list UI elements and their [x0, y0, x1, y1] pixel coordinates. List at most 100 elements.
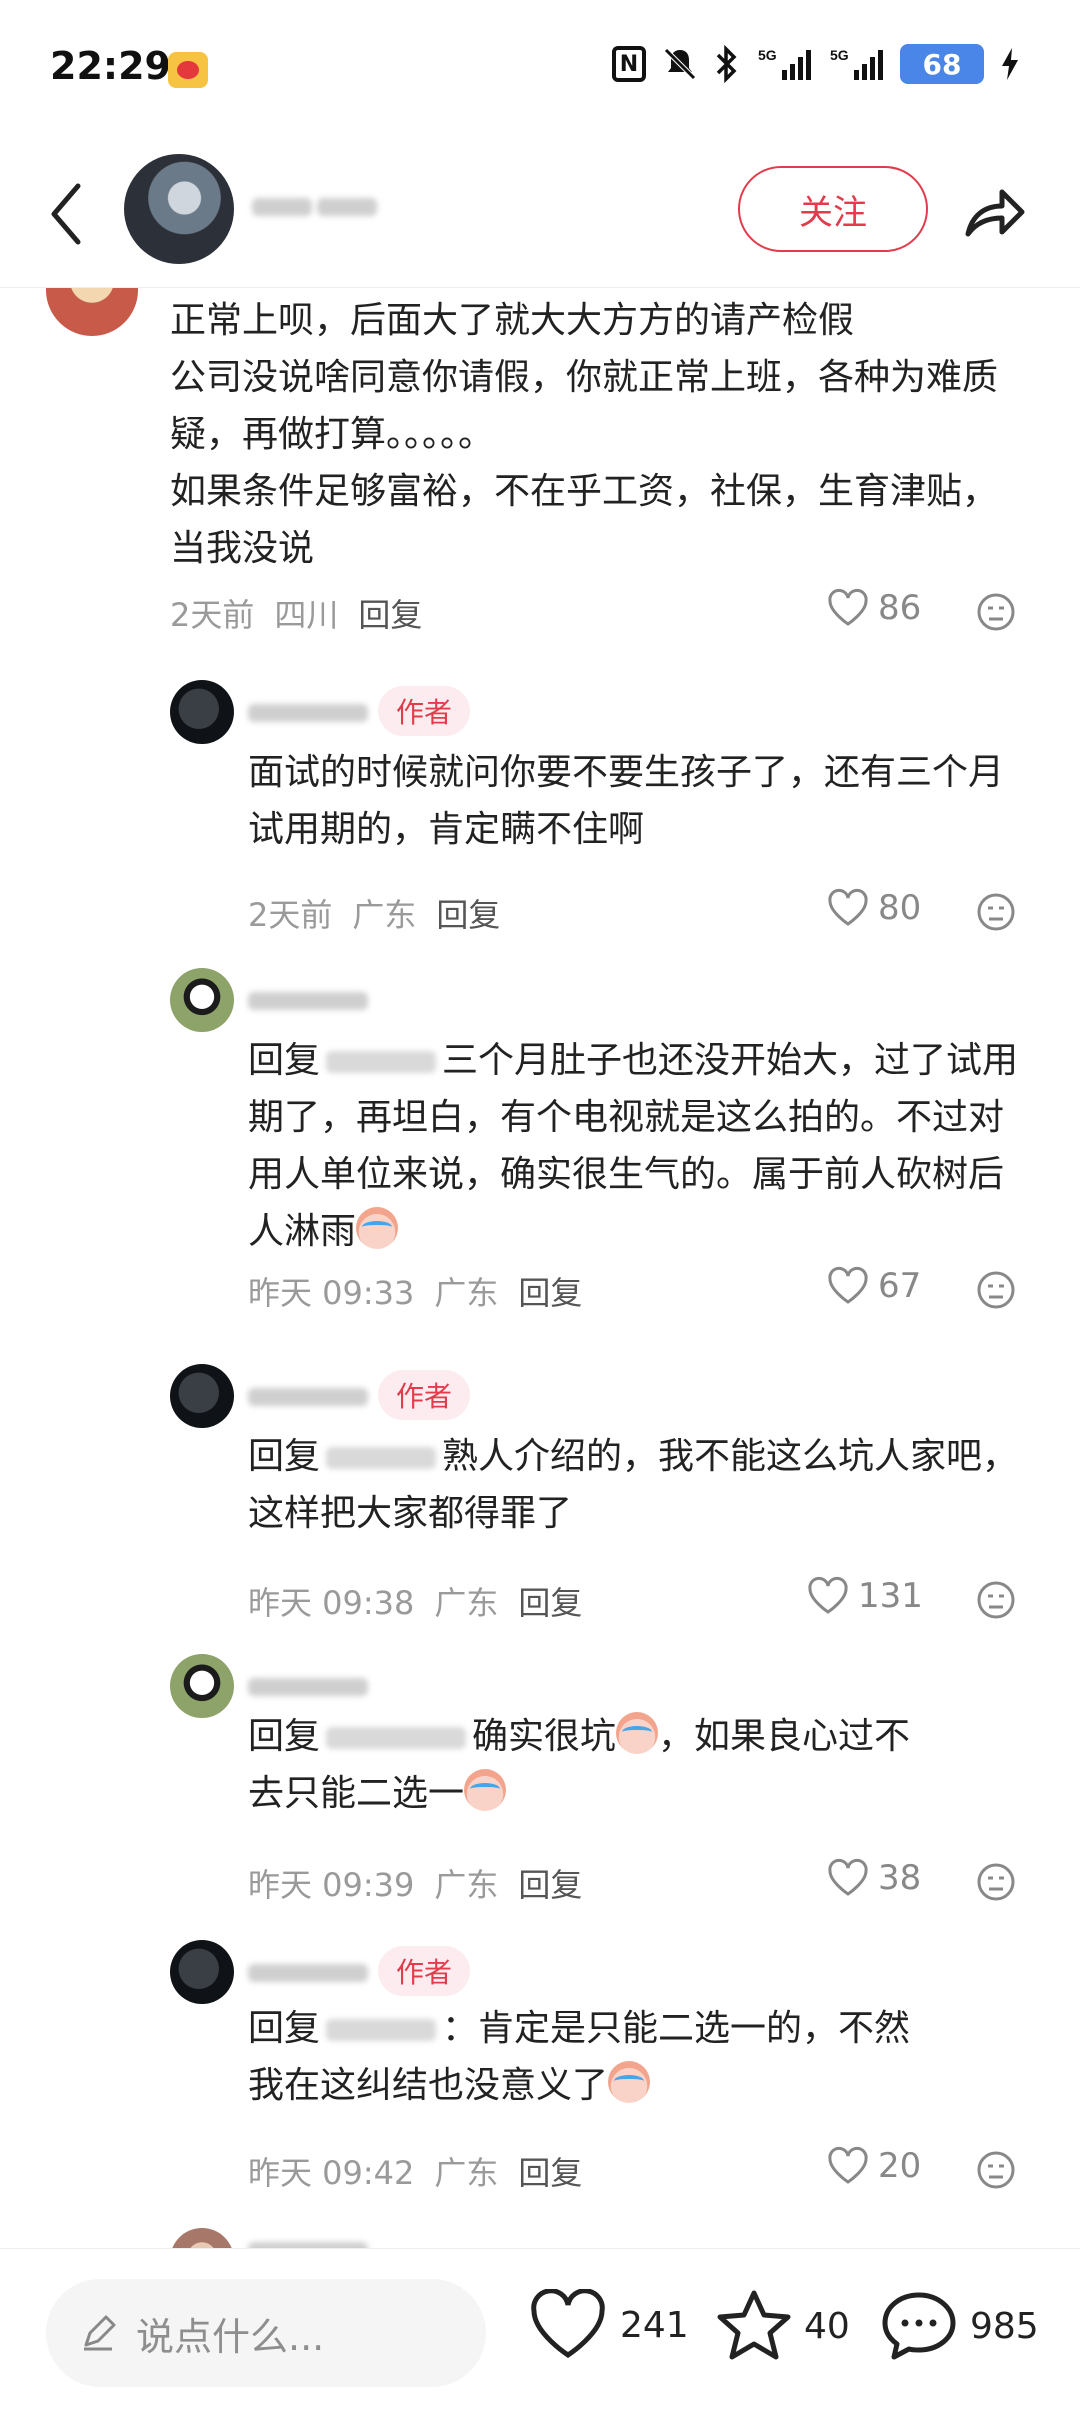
like-count: 20 — [878, 2146, 922, 2186]
follow-button[interactable]: 关注 — [738, 166, 928, 252]
comment-meta: 昨天 09:42 广东 回复 — [248, 2148, 582, 2194]
commenter-avatar[interactable] — [46, 288, 138, 336]
like-count: 38 — [878, 1858, 922, 1898]
commenter-avatar[interactable] — [170, 1654, 234, 1718]
reply-button[interactable]: 回复 — [518, 1578, 582, 1624]
like-count: 67 — [878, 1266, 922, 1306]
crying-emoji-icon — [464, 1769, 507, 1811]
comment-text-part: 确实很坑 — [472, 1716, 617, 1757]
commenter-name-blurred[interactable] — [248, 984, 388, 1014]
comment-time: 昨天 09:42 — [248, 2154, 415, 2192]
like-button[interactable]: 20 — [826, 2146, 921, 2186]
crying-emoji-icon — [616, 1712, 659, 1754]
commenter-name-blurred[interactable] — [248, 1670, 388, 1700]
commenter-avatar[interactable] — [170, 1940, 234, 2004]
status-bar: 22:29 N 5G 5G 68 — [0, 0, 1080, 140]
reply-prefix: 回复 — [248, 1716, 321, 1757]
commenter-avatar[interactable] — [170, 1364, 234, 1428]
comment-time: 2天前 — [170, 596, 255, 634]
commenter-name-blurred[interactable] — [248, 2234, 388, 2248]
crying-emoji-icon — [356, 1207, 399, 1249]
share-icon[interactable] — [958, 176, 1030, 248]
like-button[interactable]: 86 — [826, 588, 921, 628]
like-count: 86 — [878, 588, 922, 628]
comment-text-part: 去只能二选一 — [248, 1773, 465, 1814]
back-icon[interactable] — [44, 180, 92, 248]
heart-icon — [828, 888, 868, 926]
like-button[interactable]: 38 — [826, 1858, 921, 1898]
comment-meta: 昨天 09:39 广东 回复 — [248, 1860, 582, 1906]
commenter-name-blurred[interactable] — [248, 1956, 388, 1986]
like-button[interactable]: 80 — [826, 888, 921, 928]
comment-text: 回复 ：肯定是只能二选一的，不然 我在这纠结也没意义了 — [248, 2000, 1038, 2114]
comment-location: 广东 — [434, 2154, 499, 2192]
comment-post-button[interactable]: 985 — [880, 2289, 1039, 2363]
heart-icon — [828, 1266, 868, 1304]
post-favorite-count: 40 — [804, 2305, 850, 2347]
commenter-name-blurred[interactable] — [248, 696, 388, 726]
commenter-avatar[interactable] — [170, 680, 234, 744]
emoji-icon[interactable] — [976, 1270, 1016, 1310]
heart-icon — [828, 2146, 868, 2184]
commenter-avatar[interactable] — [170, 968, 234, 1032]
bottom-action-bar: 说点什么... 241 40 985 — [0, 2248, 1080, 2412]
post-header: 关注 — [0, 140, 1080, 288]
signal-5g-icon-1: 5G — [756, 44, 812, 84]
comment-icon — [882, 2292, 956, 2360]
favorite-post-button[interactable]: 40 — [716, 2289, 850, 2363]
comment-meta: 昨天 09:33 广东 回复 — [248, 1268, 582, 1314]
svg-text:5G: 5G — [758, 47, 777, 63]
reply-prefix: 回复 — [248, 1040, 321, 1081]
reply-prefix: 回复 — [248, 2008, 321, 2049]
reply-button[interactable]: 回复 — [518, 1860, 582, 1906]
like-button[interactable]: 131 — [806, 1576, 923, 1616]
reply-button[interactable]: 回复 — [518, 1268, 582, 1314]
pencil-icon — [84, 2315, 116, 2351]
reply-button[interactable]: 回复 — [358, 590, 422, 636]
replied-user-blurred[interactable] — [326, 1051, 437, 1073]
replied-user-blurred[interactable] — [326, 1447, 437, 1469]
like-post-button[interactable]: 241 — [528, 2289, 689, 2361]
author-badge: 作者 — [378, 686, 471, 736]
charging-icon — [1000, 44, 1020, 84]
status-time: 22:29 — [50, 44, 171, 88]
author-badge: 作者 — [378, 1370, 471, 1420]
comment-meta: 昨天 09:38 广东 回复 — [248, 1578, 582, 1624]
replied-user-blurred[interactable] — [326, 2019, 437, 2041]
battery-level: 68 — [900, 44, 984, 84]
heart-icon — [808, 1576, 848, 1614]
crying-emoji-icon — [608, 2061, 651, 2103]
comment-time: 昨天 09:38 — [248, 1584, 415, 1622]
comment-location: 四川 — [274, 596, 339, 634]
reply-button[interactable]: 回复 — [436, 890, 500, 936]
comment-location: 广东 — [434, 1866, 499, 1904]
comment-time: 2天前 — [248, 896, 333, 934]
comment-text: 回复 确实很坑 ，如果良心过不 去只能二选一 — [248, 1708, 1038, 1822]
reply-button[interactable]: 回复 — [518, 2148, 582, 2194]
like-button[interactable]: 67 — [826, 1266, 921, 1306]
post-comment-count: 985 — [970, 2305, 1039, 2347]
emoji-icon[interactable] — [976, 892, 1016, 932]
comment-input-placeholder: 说点什么... — [136, 2314, 325, 2359]
replied-user-blurred[interactable] — [326, 1727, 467, 1749]
comment-input[interactable]: 说点什么... — [46, 2279, 486, 2387]
emoji-icon[interactable] — [976, 1862, 1016, 1902]
author-badge: 作者 — [378, 1946, 471, 1996]
commenter-avatar[interactable] — [170, 2228, 234, 2248]
author-name-blurred[interactable] — [252, 186, 402, 226]
like-count: 80 — [878, 888, 922, 928]
emoji-icon[interactable] — [976, 1580, 1016, 1620]
comment-text: 回复 三个月肚子也还没开始大，过了试用期了，再坦白，有个电视就是这么拍的。不过对用… — [248, 1032, 1028, 1260]
comment-time: 昨天 09:39 — [248, 1866, 415, 1904]
comment-text: 回复 熟人介绍的，我不能这么坑人家吧，这样把大家都得罪了 — [248, 1428, 1028, 1542]
reply-prefix: 回复 — [248, 1436, 321, 1477]
post-like-count: 241 — [620, 2304, 689, 2346]
emoji-icon[interactable] — [976, 592, 1016, 632]
signal-5g-icon-2: 5G — [828, 44, 884, 84]
commenter-name-blurred[interactable] — [248, 1380, 388, 1410]
author-avatar[interactable] — [124, 154, 234, 264]
emoji-icon[interactable] — [976, 2150, 1016, 2190]
heart-icon — [828, 588, 868, 626]
nfc-icon: N — [612, 46, 646, 82]
like-count: 131 — [858, 1576, 923, 1616]
